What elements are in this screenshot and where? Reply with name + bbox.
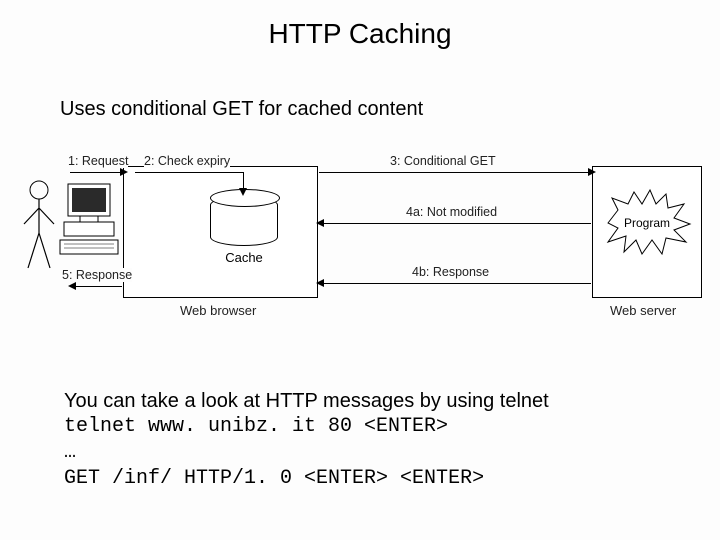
arrow-4a [322, 223, 591, 224]
arrow-3 [319, 172, 591, 173]
arrow-3-label: 3: Conditional GET [390, 154, 496, 168]
web-server-label: Web server [610, 303, 676, 318]
program-burst: Program [608, 198, 686, 248]
computer-icon [58, 182, 120, 246]
page-title: HTTP Caching [0, 0, 720, 50]
web-browser-label: Web browser [180, 303, 256, 318]
caching-diagram: Web browser Cache Web server Program 1: … [10, 158, 710, 333]
arrow-4b [322, 283, 591, 284]
footer-line-3: … [64, 440, 549, 466]
arrow-1-label: 1: Request [68, 154, 128, 168]
cache-label: Cache [210, 250, 278, 265]
program-label: Program [624, 216, 670, 230]
cache-cylinder: Cache [210, 196, 278, 265]
arrow-5 [74, 286, 122, 287]
arrow-5-label: 5: Response [62, 268, 132, 282]
footer-line-1: You can take a look at HTTP messages by … [64, 388, 549, 414]
arrow-2-label: 2: Check expiry [144, 154, 230, 168]
arrow-4a-label: 4a: Not modified [406, 205, 497, 219]
page-subtitle: Uses conditional GET for cached content [0, 50, 720, 121]
arrow-2-h [135, 172, 243, 173]
footer-text: You can take a look at HTTP messages by … [64, 388, 549, 492]
footer-line-4: GET /inf/ HTTP/1. 0 <ENTER> <ENTER> [64, 466, 549, 492]
user-icon [16, 178, 62, 278]
footer-line-2: telnet www. unibz. it 80 <ENTER> [64, 414, 549, 440]
arrow-1 [70, 172, 122, 173]
arrow-4b-label: 4b: Response [412, 265, 489, 279]
